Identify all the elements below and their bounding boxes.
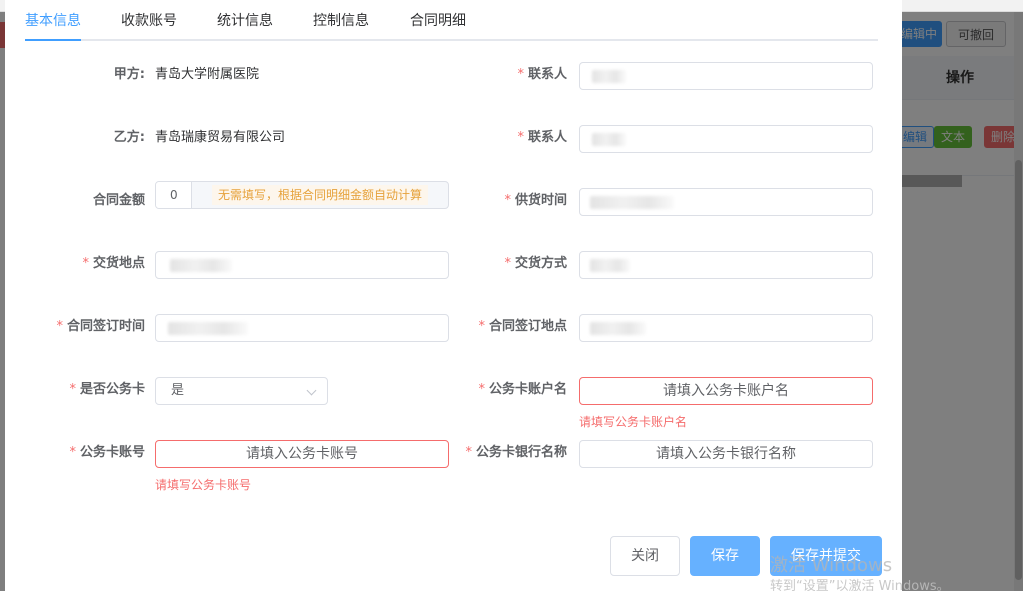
- sign-place-label: * 合同签订地点: [478, 319, 567, 334]
- amount-field: 0 无需填写，根据合同明细金额自动计算: [155, 181, 449, 209]
- delivery-method-label: * 交货方式: [504, 256, 567, 271]
- contact-2-input[interactable]: [579, 125, 873, 153]
- card-account-name-input[interactable]: 请填入公务卡账户名: [579, 377, 873, 405]
- supply-time-input[interactable]: [579, 188, 873, 216]
- is-official-card-select[interactable]: 是: [155, 377, 328, 405]
- contact-1-input[interactable]: [579, 62, 873, 90]
- card-account-name-error: 请填写公务卡账户名: [579, 415, 688, 429]
- card-account-name-label: * 公务卡账户名: [478, 382, 567, 397]
- card-account-name-placeholder: 请填入公务卡账户名: [663, 383, 789, 399]
- amount-hint: 无需填写，根据合同明细金额自动计算: [212, 185, 429, 205]
- windows-activation-watermark: 激活 Windows: [770, 555, 893, 576]
- amount-label: 合同金额: [92, 193, 145, 208]
- contact-2-label: * 联系人: [517, 130, 567, 145]
- sign-place-input[interactable]: [579, 314, 873, 342]
- sign-time-input[interactable]: [155, 314, 449, 342]
- dialog-tabs: 基本信息 收款账号 统计信息 控制信息 合同明细: [25, 0, 878, 41]
- card-bank-label: * 公务卡银行名称: [465, 445, 567, 460]
- tab-statistics[interactable]: 统计信息: [217, 10, 273, 41]
- card-number-input[interactable]: 请填入公务卡账号: [155, 440, 449, 468]
- chevron-down-icon: [306, 385, 317, 396]
- party-b-label: 乙方:: [113, 130, 145, 145]
- tab-contract-details[interactable]: 合同明细: [410, 10, 466, 41]
- contract-dialog: 基本信息 收款账号 统计信息 控制信息 合同明细 甲方: 青岛大学附属医院 * 联…: [5, 0, 902, 591]
- sign-time-label: * 合同签订时间: [56, 319, 145, 334]
- party-a-label: 甲方:: [113, 67, 145, 82]
- card-number-label: * 公务卡账号: [69, 445, 145, 460]
- save-button[interactable]: 保存: [690, 536, 760, 576]
- card-bank-input[interactable]: 请填入公务卡银行名称: [579, 440, 873, 468]
- windows-activation-hint: 转到“设置”以激活 Windows。: [770, 579, 950, 591]
- supply-time-label: * 供货时间: [504, 193, 567, 208]
- tab-control-info[interactable]: 控制信息: [313, 10, 369, 41]
- amount-input[interactable]: 0: [156, 182, 192, 208]
- tab-payment-account[interactable]: 收款账号: [121, 10, 177, 41]
- delivery-method-input[interactable]: [579, 251, 873, 279]
- contact-1-label: * 联系人: [517, 67, 567, 82]
- active-tab-indicator: [25, 39, 81, 41]
- party-a-value: 青岛大学附属医院: [155, 67, 260, 82]
- card-number-placeholder: 请填入公务卡账号: [246, 446, 358, 462]
- is-official-card-value: 是: [171, 383, 185, 398]
- card-number-error: 请填写公务卡账号: [155, 478, 252, 492]
- close-button[interactable]: 关闭: [610, 536, 680, 576]
- party-b-value: 青岛瑞康贸易有限公司: [155, 130, 286, 145]
- tab-basic-info[interactable]: 基本信息: [25, 10, 81, 41]
- delivery-place-label: * 交货地点: [82, 256, 145, 271]
- card-bank-placeholder: 请填入公务卡银行名称: [656, 446, 796, 462]
- is-official-card-label: * 是否公务卡: [69, 382, 145, 397]
- delivery-place-input[interactable]: [155, 251, 449, 279]
